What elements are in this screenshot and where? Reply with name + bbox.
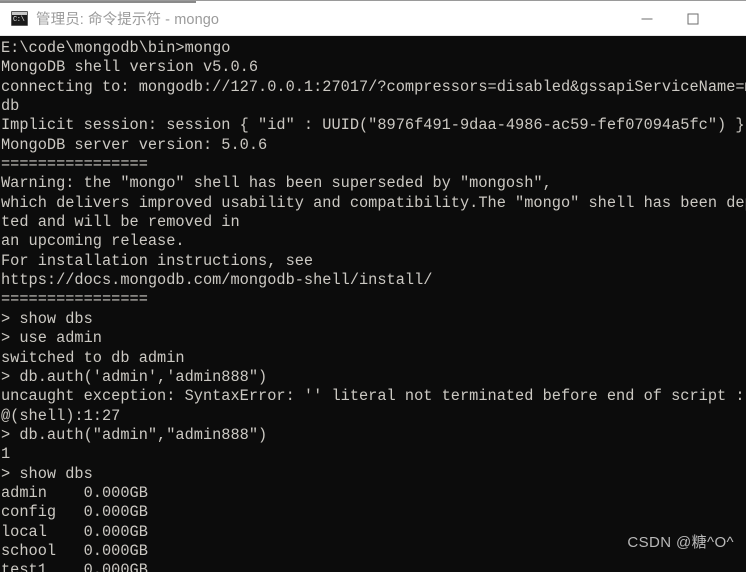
maximize-button[interactable] <box>670 1 716 36</box>
console-line: an upcoming release. <box>1 232 185 251</box>
console-line: MongoDB shell version v5.0.6 <box>1 58 259 77</box>
console-line: ================ <box>1 155 148 174</box>
console-line: connecting to: mongodb://127.0.0.1:27017… <box>1 77 746 96</box>
console-line: For installation instructions, see <box>1 251 314 270</box>
titlebar-accent <box>0 1 196 3</box>
console-line: Warning: the "mongo" shell has been supe… <box>1 174 552 193</box>
console-output-area[interactable]: E:\code\mongodb\bin>mongo MongoDB shell v… <box>0 36 746 572</box>
console-line: ================ <box>1 290 148 309</box>
console-line: uncaught exception: SyntaxError: '' lite… <box>1 387 745 406</box>
console-line: @(shell):1:27 <box>1 406 121 425</box>
title-bar[interactable]: 管理员: 命令提示符 - mongo <box>0 0 746 36</box>
console-line: > db.auth('admin','admin888") <box>1 367 268 386</box>
console-line: MongoDB server version: 5.0.6 <box>1 135 268 154</box>
window-controls <box>624 1 746 36</box>
csdn-watermark: CSDN @糖^O^ <box>627 534 734 551</box>
window-title: 管理员: 命令提示符 - mongo <box>36 12 220 28</box>
console-line: admin 0.000GB <box>1 483 148 502</box>
console-line: ted and will be removed in <box>1 213 240 232</box>
console-line: > use admin <box>1 329 102 348</box>
console-line: Implicit session: session { "id" : UUID(… <box>1 116 745 135</box>
console-text: E:\code\mongodb\bin>mongo MongoDB shell v… <box>1 39 746 572</box>
console-line: E:\code\mongodb\bin>mongo <box>1 39 231 57</box>
console-line: switched to db admin <box>1 348 185 367</box>
titlebar-title-area: 管理员: 命令提示符 - mongo <box>0 1 624 36</box>
console-window: 管理员: 命令提示符 - mongo E:\code\mongodb\bin>m… <box>0 0 746 572</box>
minimize-button[interactable] <box>624 1 670 36</box>
console-line: db <box>1 97 20 116</box>
console-line: which delivers improved usability and co… <box>1 193 746 212</box>
console-line: > db.auth("admin","admin888") <box>1 425 268 444</box>
close-button[interactable] <box>716 1 746 36</box>
minimize-icon <box>641 18 653 19</box>
console-line: test1 0.000GB <box>1 561 148 572</box>
console-line: https://docs.mongodb.com/mongodb-shell/i… <box>1 271 433 290</box>
cmd-console-icon <box>11 11 28 26</box>
console-line: 1 <box>1 445 11 464</box>
console-line: config 0.000GB <box>1 503 148 522</box>
console-line: > show dbs <box>1 309 93 328</box>
maximize-icon <box>687 13 699 24</box>
console-line: > show dbs <box>1 464 93 483</box>
